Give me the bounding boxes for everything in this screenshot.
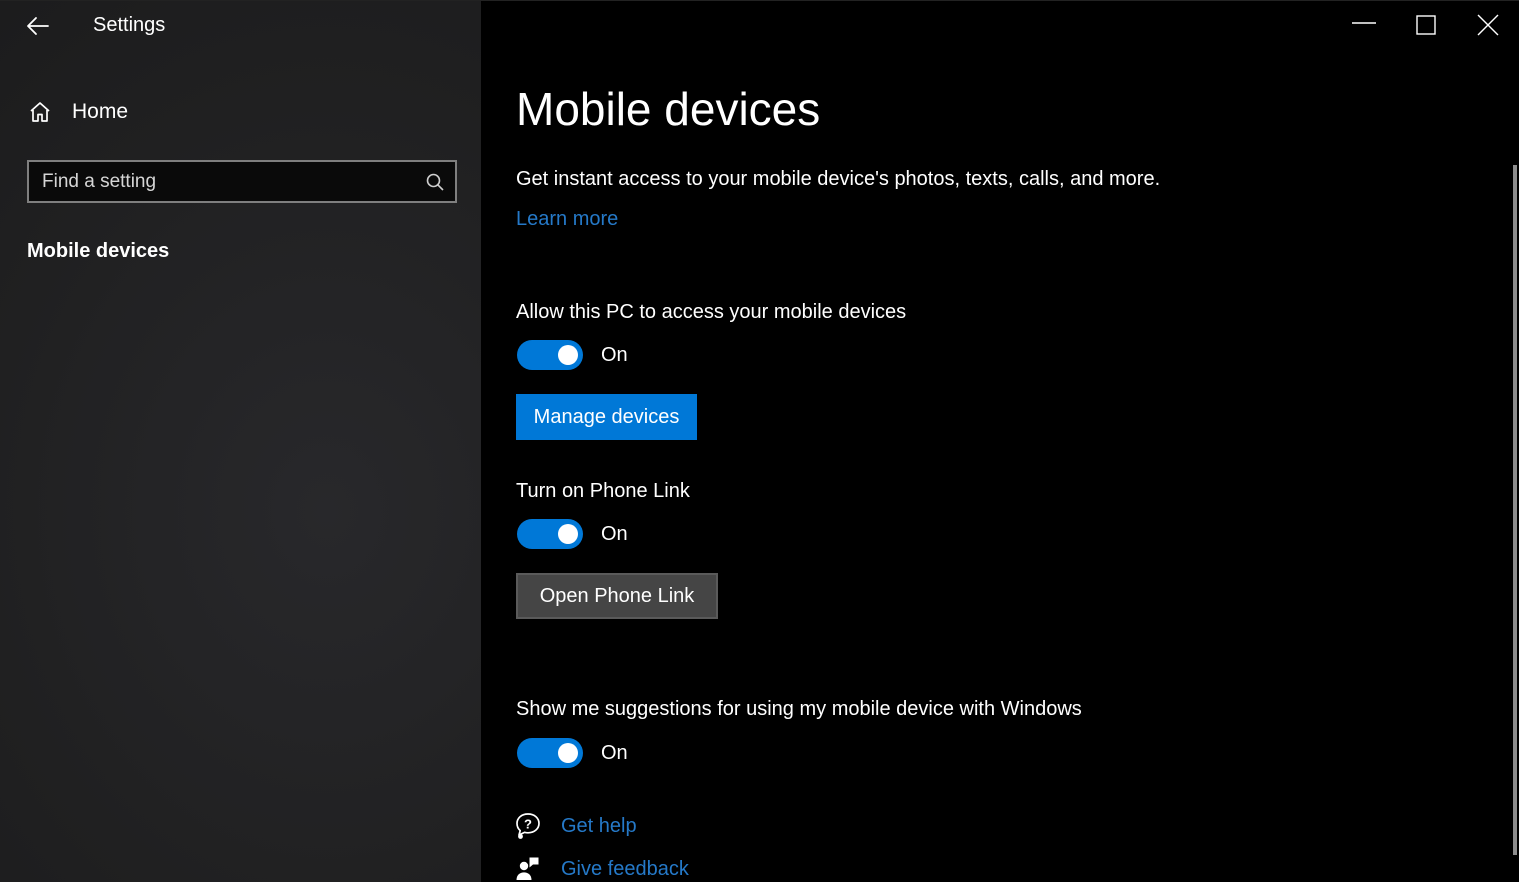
- sidebar-item-mobile-devices[interactable]: Mobile devices: [27, 240, 169, 263]
- close-icon: [1477, 14, 1499, 36]
- vertical-scrollbar[interactable]: [1513, 165, 1517, 855]
- search-box: [27, 160, 457, 203]
- allow-access-toggle[interactable]: [517, 340, 583, 370]
- get-help-link[interactable]: ? Get help: [511, 810, 637, 842]
- search-input[interactable]: [29, 162, 415, 201]
- person-speech-bubble-icon: [511, 853, 545, 882]
- back-button[interactable]: [14, 6, 62, 46]
- allow-access-label: Allow this PC to access your mobile devi…: [516, 301, 906, 324]
- minimize-button[interactable]: [1333, 0, 1395, 50]
- toggle-knob: [558, 524, 578, 544]
- turn-on-phone-link-label: Turn on Phone Link: [516, 480, 690, 503]
- window-controls: [1333, 0, 1519, 50]
- manage-devices-button[interactable]: Manage devices: [516, 394, 697, 440]
- page-description: Get instant access to your mobile device…: [516, 168, 1160, 191]
- suggestions-toggle[interactable]: [517, 738, 583, 768]
- app-title: Settings: [93, 14, 165, 37]
- close-button[interactable]: [1457, 0, 1519, 50]
- toggle-knob: [558, 345, 578, 365]
- minimize-icon: [1351, 12, 1377, 38]
- show-suggestions-label: Show me suggestions for using my mobile …: [516, 698, 1082, 721]
- chat-bubble-question-icon: ?: [511, 810, 545, 842]
- maximize-button[interactable]: [1395, 0, 1457, 50]
- search-icon[interactable]: [415, 162, 455, 201]
- open-phone-link-button[interactable]: Open Phone Link: [516, 573, 718, 619]
- home-icon: [28, 100, 52, 124]
- settings-sidebar: Settings Home Mobile devices: [0, 0, 481, 882]
- svg-text:?: ?: [524, 817, 532, 832]
- page-title: Mobile devices: [516, 82, 820, 136]
- phone-link-toggle[interactable]: [517, 519, 583, 549]
- sidebar-item-home-label: Home: [72, 100, 128, 124]
- get-help-label: Get help: [561, 815, 637, 838]
- toggle-knob: [558, 743, 578, 763]
- main-content: Mobile devices Get instant access to you…: [481, 0, 1519, 882]
- arrow-left-icon: [26, 16, 50, 36]
- allow-access-toggle-state: On: [601, 344, 628, 367]
- learn-more-link[interactable]: Learn more: [516, 208, 618, 231]
- window-top-edge: [0, 0, 1519, 1]
- phone-link-toggle-state: On: [601, 523, 628, 546]
- maximize-icon: [1416, 15, 1436, 35]
- suggestions-toggle-state: On: [601, 742, 628, 765]
- sidebar-item-home[interactable]: Home: [0, 92, 481, 132]
- give-feedback-label: Give feedback: [561, 858, 689, 881]
- give-feedback-link[interactable]: Give feedback: [511, 853, 689, 882]
